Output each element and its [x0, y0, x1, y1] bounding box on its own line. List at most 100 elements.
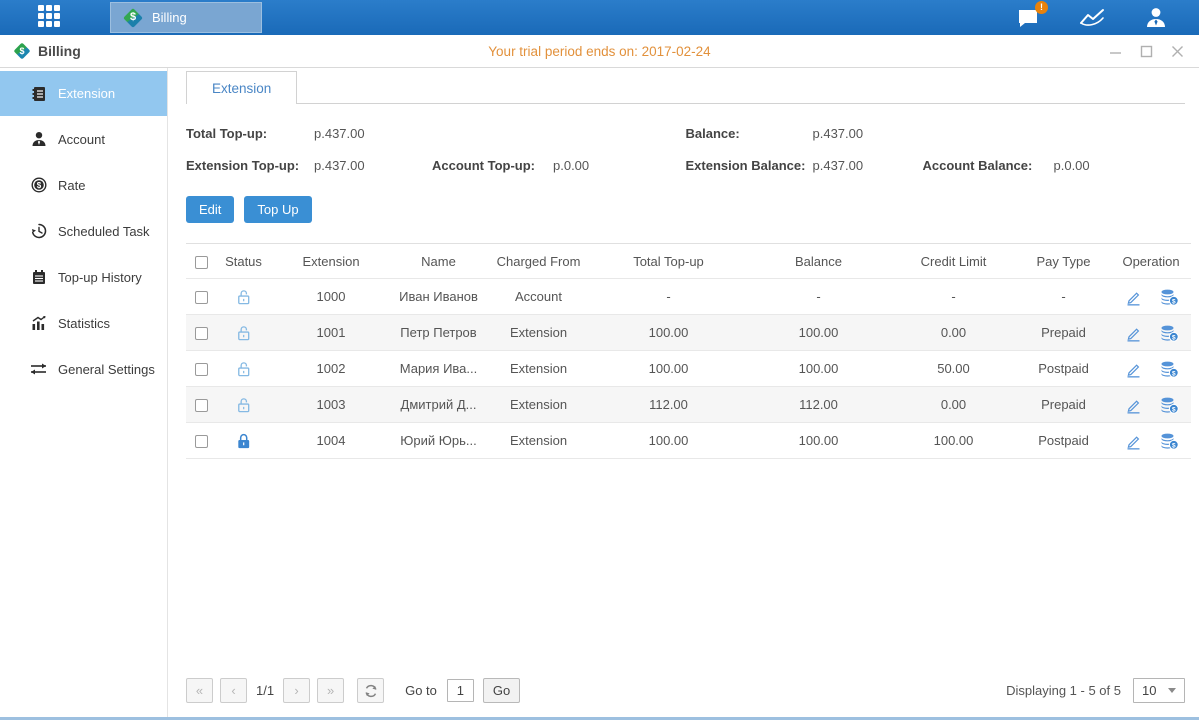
status-lock-icon — [216, 315, 271, 351]
statistics-monitor-icon[interactable] — [1079, 5, 1105, 31]
close-button[interactable] — [1170, 44, 1185, 59]
sidebar-item-general-settings[interactable]: General Settings — [0, 346, 167, 392]
sidebar-item-account[interactable]: Account — [0, 116, 167, 162]
page-size-select[interactable]: 10 — [1133, 678, 1185, 703]
minimize-button[interactable] — [1108, 44, 1123, 59]
scheduled-task-icon — [30, 223, 47, 240]
top-up-row-icon[interactable]: $ — [1160, 288, 1179, 306]
status-lock-icon — [216, 387, 271, 423]
first-page-button[interactable]: « — [186, 678, 213, 703]
edit-row-icon[interactable] — [1124, 288, 1142, 306]
cell-name: Петр Петров — [391, 315, 486, 351]
account-balance-value: p.0.00 — [1054, 158, 1090, 173]
maximize-button[interactable] — [1139, 44, 1154, 59]
row-checkbox[interactable] — [195, 291, 208, 304]
account-icon — [30, 131, 47, 148]
svg-text:$: $ — [1171, 298, 1175, 305]
svg-text:$: $ — [1171, 442, 1175, 449]
cell-balance: 100.00 — [746, 423, 891, 459]
billing-app-tab[interactable]: $ Billing — [110, 2, 262, 33]
edit-row-icon[interactable] — [1124, 432, 1142, 450]
general-settings-icon — [30, 361, 47, 378]
extension-table: Status Extension Name Charged From Total… — [186, 243, 1191, 459]
account-topup-label: Account Top-up: — [432, 158, 553, 173]
sidebar-label: Scheduled Task — [58, 224, 150, 239]
goto-label: Go to — [405, 683, 437, 698]
messages-icon[interactable]: ! — [1015, 5, 1041, 31]
prev-page-button[interactable]: ‹ — [220, 678, 247, 703]
sidebar: Extension Account $ Rate Scheduled Task … — [0, 68, 168, 717]
select-all-checkbox[interactable] — [195, 256, 208, 269]
col-name: Name — [391, 244, 486, 279]
top-up-row-icon[interactable]: $ — [1160, 432, 1179, 450]
status-lock-icon — [216, 351, 271, 387]
go-button[interactable]: Go — [483, 678, 520, 703]
sidebar-item-scheduled-task[interactable]: Scheduled Task — [0, 208, 167, 254]
sidebar-item-extension[interactable]: Extension — [0, 71, 167, 116]
edit-row-icon[interactable] — [1124, 324, 1142, 342]
billing-app-tab-label: Billing — [152, 10, 187, 25]
total-topup-label: Total Top-up: — [186, 126, 314, 141]
cell-extension: 1000 — [271, 279, 391, 315]
app-grid-icon[interactable] — [38, 5, 64, 31]
col-pay-type: Pay Type — [1016, 244, 1111, 279]
cell-name: Юрий Юрь... — [391, 423, 486, 459]
row-checkbox[interactable] — [195, 327, 208, 340]
cell-charged-from: Extension — [486, 387, 591, 423]
goto-page-input[interactable] — [447, 679, 474, 702]
notification-badge: ! — [1035, 1, 1048, 14]
topbar: $ Billing ! — [0, 0, 1199, 35]
row-checkbox[interactable] — [195, 399, 208, 412]
edit-button[interactable]: Edit — [186, 196, 234, 223]
top-up-row-icon[interactable]: $ — [1160, 360, 1179, 378]
table-row: 1000 Иван Иванов Account - - - - $ — [186, 279, 1191, 315]
cell-balance: - — [746, 279, 891, 315]
pagination-bar: « ‹ 1/1 › » Go to Go Displaying 1 - 5 of… — [186, 678, 1185, 717]
cell-extension: 1003 — [271, 387, 391, 423]
chevron-down-icon — [1168, 688, 1176, 693]
cell-balance: 100.00 — [746, 315, 891, 351]
sidebar-item-rate[interactable]: $ Rate — [0, 162, 167, 208]
extension-balance-value: p.437.00 — [813, 158, 923, 173]
top-up-row-icon[interactable]: $ — [1160, 396, 1179, 414]
billing-window-icon: $ — [12, 41, 32, 61]
top-up-row-icon[interactable]: $ — [1160, 324, 1179, 342]
svg-text:$: $ — [1171, 406, 1175, 413]
sidebar-item-statistics[interactable]: Statistics — [0, 300, 167, 346]
table-row: 1003 Дмитрий Д... Extension 112.00 112.0… — [186, 387, 1191, 423]
tab-extension[interactable]: Extension — [186, 71, 297, 104]
cell-total-topup: - — [591, 279, 746, 315]
top-up-button[interactable]: Top Up — [244, 196, 311, 223]
titlebar: $ Billing Your trial period ends on: 201… — [0, 35, 1199, 68]
cell-extension: 1002 — [271, 351, 391, 387]
cell-balance: 112.00 — [746, 387, 891, 423]
cell-pay-type: Prepaid — [1016, 387, 1111, 423]
extension-balance-label: Extension Balance: — [686, 158, 813, 173]
col-total-topup: Total Top-up — [591, 244, 746, 279]
col-extension: Extension — [271, 244, 391, 279]
cell-balance: 100.00 — [746, 351, 891, 387]
cell-credit-limit: 100.00 — [891, 423, 1016, 459]
page-size-value: 10 — [1142, 683, 1156, 698]
cell-total-topup: 100.00 — [591, 351, 746, 387]
next-page-button[interactable]: › — [283, 678, 310, 703]
cell-credit-limit: 0.00 — [891, 315, 1016, 351]
last-page-button[interactable]: » — [317, 678, 344, 703]
cell-total-topup: 100.00 — [591, 315, 746, 351]
balance-label: Balance: — [686, 126, 813, 141]
row-checkbox[interactable] — [195, 435, 208, 448]
svg-text:$: $ — [1171, 334, 1175, 341]
cell-credit-limit: - — [891, 279, 1016, 315]
row-checkbox[interactable] — [195, 363, 208, 376]
edit-row-icon[interactable] — [1124, 396, 1142, 414]
edit-row-icon[interactable] — [1124, 360, 1142, 378]
topup-history-icon — [30, 269, 47, 286]
user-account-icon[interactable] — [1143, 5, 1169, 31]
sidebar-item-topup-history[interactable]: Top-up History — [0, 254, 167, 300]
cell-charged-from: Account — [486, 279, 591, 315]
refresh-icon[interactable] — [357, 678, 384, 703]
sidebar-label: General Settings — [58, 362, 155, 377]
cell-credit-limit: 0.00 — [891, 387, 1016, 423]
cell-total-topup: 100.00 — [591, 423, 746, 459]
cell-name: Дмитрий Д... — [391, 387, 486, 423]
